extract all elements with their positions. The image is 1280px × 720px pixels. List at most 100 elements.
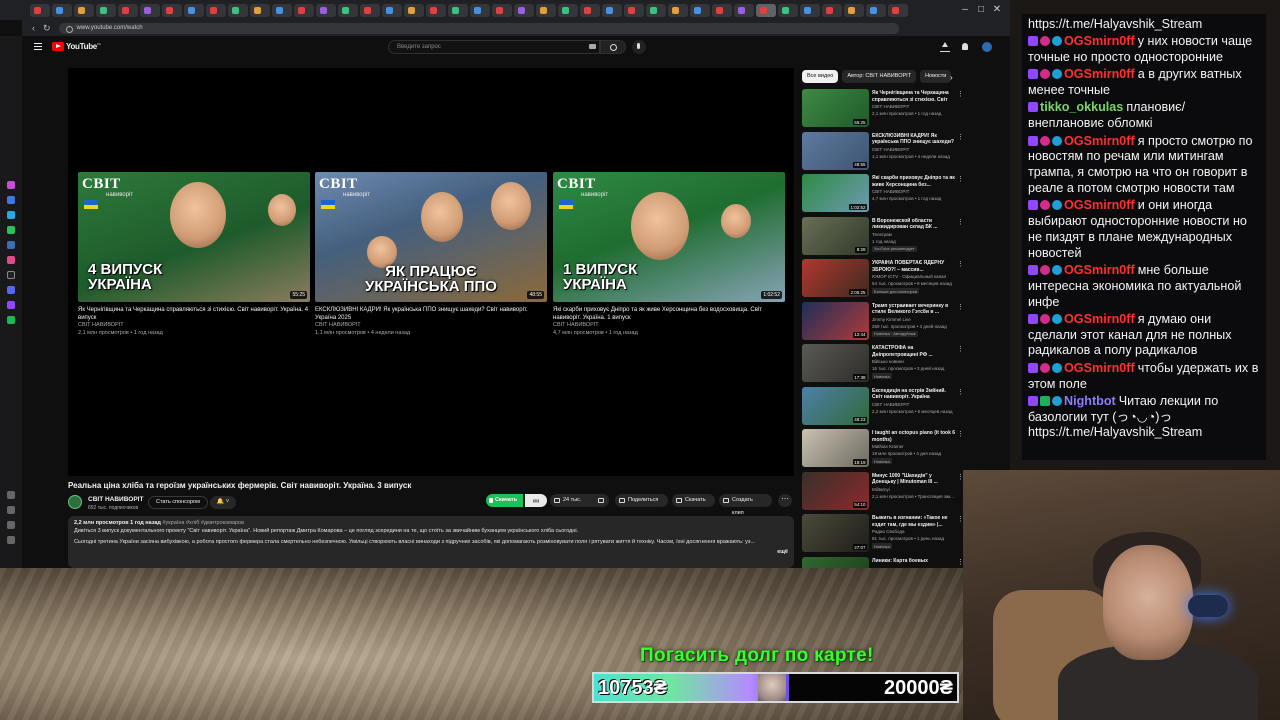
chat-username[interactable]: OGSmirn0ff: [1064, 312, 1135, 326]
recommended-channel[interactable]: Militarnyi: [872, 487, 962, 492]
recommended-thumbnail[interactable]: 17:38: [802, 344, 869, 382]
browser-tab[interactable]: [800, 3, 820, 17]
browser-tab[interactable]: [228, 3, 248, 17]
chat-username[interactable]: OGSmirn0ff: [1064, 198, 1135, 212]
browser-tab[interactable]: [712, 3, 732, 17]
browser-tab[interactable]: [294, 3, 314, 17]
twitch-icon[interactable]: [7, 301, 15, 309]
channel-avatar[interactable]: [68, 495, 82, 509]
extensions-icon[interactable]: [7, 536, 15, 544]
browser-tab[interactable]: [272, 3, 292, 17]
description-box[interactable]: 2,2 млн просмотров 1 год назад #україна …: [68, 516, 794, 568]
recommended-channel[interactable]: СВІТ НАВИВОРІТ: [872, 104, 962, 109]
browser-tab[interactable]: [30, 3, 50, 17]
recommended-channel[interactable]: Jimmy Kimmel Live: [872, 317, 962, 322]
browser-tab[interactable]: [360, 3, 380, 17]
search-input[interactable]: Введите запрос: [388, 40, 600, 54]
create-icon[interactable]: [940, 42, 950, 52]
browser-tab[interactable]: [118, 3, 138, 17]
hashtags[interactable]: #україна #хліб #дмитрокомаров: [162, 520, 244, 526]
music-icon[interactable]: [7, 316, 15, 324]
recommended-video[interactable]: 17:38 КАТАСТРОФА на Дніпропетровщині РФ .…: [802, 344, 1002, 387]
recommended-thumbnail[interactable]: 54:10: [802, 471, 869, 510]
recommended-channel[interactable]: СВІТ НАВИВОРІТ: [872, 402, 962, 407]
clip-button[interactable]: Создать клип: [719, 494, 772, 516]
browser-tab[interactable]: [470, 3, 490, 17]
recommended-video[interactable]: 1:02:52 Які скарби приховує Дніпро та як …: [802, 174, 1002, 217]
end-card[interactable]: СВІТ навиворіт 4 ВИПУСК УКРАЇНА 55:25 Як Чер…: [78, 172, 310, 337]
recommended-title[interactable]: Линики: Карта боевых: [872, 558, 956, 565]
filter-chip[interactable]: Новости: [920, 70, 952, 83]
recommended-title[interactable]: Які скарби приховує Дніпро та як живе Хе…: [872, 175, 956, 188]
browser-tab[interactable]: [52, 3, 72, 17]
end-card[interactable]: СВІТ навиворіт ЯК ПРАЦЮЄ УКРАЇНСЬКА ППО 48:…: [315, 172, 547, 337]
youtube-logo[interactable]: YouTubeUA: [52, 42, 101, 51]
telegram-icon[interactable]: [7, 211, 15, 219]
recommended-thumbnail[interactable]: 19:19: [802, 429, 869, 467]
vk-icon[interactable]: [7, 241, 15, 249]
more-vert-icon[interactable]: ⋮: [957, 303, 964, 311]
notifications-icon[interactable]: [960, 42, 970, 52]
end-card-thumbnail[interactable]: СВІТ навиворіт 1 ВИПУСК УКРАЇНА 1:02:52: [553, 172, 785, 302]
browser-tab[interactable]: [888, 3, 908, 17]
browser-tab[interactable]: [536, 3, 556, 17]
browser-tab[interactable]: [448, 3, 468, 17]
more-vert-icon[interactable]: ⋮: [957, 133, 964, 141]
browser-tab[interactable]: [822, 3, 842, 17]
end-card-title[interactable]: Як Чернігівщина та Черкащина справляютьс…: [78, 306, 310, 322]
end-card-channel[interactable]: СВІТ НАВИВОРІТ: [553, 322, 785, 330]
browser-tab[interactable]: [602, 3, 622, 17]
recommended-channel[interactable]: СВІТ НАВИВОРІТ: [872, 189, 962, 194]
chevron-right-icon[interactable]: ›: [950, 73, 953, 82]
download-button[interactable]: Скачать: [672, 494, 715, 507]
recommended-title[interactable]: КАТАСТРОФА на Дніпропетровщині РФ ...: [872, 345, 956, 358]
recommended-video[interactable]: 48:23 Експедиція на острів Зміїний. Світ …: [802, 386, 1002, 430]
join-button[interactable]: Стать спонсором: [148, 496, 208, 509]
chat-username[interactable]: OGSmirn0ff: [1064, 67, 1135, 81]
history-icon[interactable]: [7, 491, 15, 499]
recommended-title[interactable]: Минус 1000 "Шахидів" у Донецьку | Minuto…: [872, 473, 956, 486]
recommended-title[interactable]: Експедиція на острів Зміїний. Світ навив…: [872, 388, 956, 401]
minimize-icon[interactable]: –: [958, 3, 972, 17]
end-card[interactable]: СВІТ навиворіт 1 ВИПУСК УКРАЇНА 1:02:52 Які …: [553, 172, 785, 337]
more-vert-icon[interactable]: ⋮: [957, 90, 964, 98]
browser-tab[interactable]: [206, 3, 226, 17]
recommended-thumbnail[interactable]: 1:02:52: [802, 174, 869, 212]
browser-tab[interactable]: [140, 3, 160, 17]
browser-tab[interactable]: [382, 3, 402, 17]
recommended-thumbnail[interactable]: 55:25: [802, 89, 869, 127]
download-app-button[interactable]: Скачать: [486, 494, 523, 507]
whatsapp-icon[interactable]: [7, 226, 15, 234]
browser-tab[interactable]: [74, 3, 94, 17]
recommended-title[interactable]: В Воронежской области ликвидирован склад…: [872, 218, 956, 231]
browser-tab[interactable]: [866, 3, 886, 17]
chat-username[interactable]: tikko_okkulas: [1040, 100, 1123, 114]
browser-tab[interactable]: [646, 3, 666, 17]
more-vert-icon[interactable]: ⋮: [957, 388, 964, 396]
browser-tab[interactable]: [316, 3, 336, 17]
more-vert-icon[interactable]: ⋮: [957, 430, 964, 438]
recommended-channel[interactable]: ЮМОР ICTV · Официальный канал: [872, 274, 962, 279]
browser-tab[interactable]: [580, 3, 600, 17]
end-card-thumbnail[interactable]: СВІТ навиворіт 4 ВИПУСК УКРАЇНА 55:25: [78, 172, 310, 302]
browser-tab[interactable]: [778, 3, 798, 17]
chat-username[interactable]: OGSmirn0ff: [1064, 134, 1135, 148]
more-vert-icon[interactable]: ⋮: [957, 218, 964, 226]
chat-username[interactable]: Nightbot: [1064, 394, 1116, 408]
recommended-channel[interactable]: Mathias Kramer: [872, 444, 962, 449]
recommended-title[interactable]: Як Чернігівщина та Черкащина справляютьс…: [872, 90, 956, 103]
recommended-thumbnail[interactable]: [802, 556, 869, 568]
video-player[interactable]: СВІТ навиворіт 4 ВИПУСК УКРАЇНА 55:25 Як Чер…: [68, 68, 794, 476]
filter-chip[interactable]: Все видео: [802, 70, 839, 83]
recommended-thumbnail[interactable]: 8:28: [802, 216, 869, 255]
browser-tab[interactable]: [96, 3, 116, 17]
browser-tab[interactable]: [338, 3, 358, 17]
end-card-title[interactable]: ЕКСКЛЮЗИВНІ КАДРИ! Як українська ППО зни…: [315, 306, 547, 322]
close-icon[interactable]: ✕: [990, 3, 1004, 17]
browser-tab[interactable]: [162, 3, 182, 17]
maximize-icon[interactable]: □: [974, 3, 988, 17]
more-vert-icon[interactable]: ⋮: [957, 175, 964, 183]
avatar[interactable]: [982, 42, 992, 52]
browser-tab[interactable]: [756, 3, 776, 17]
channel-name[interactable]: СВІТ НАВИВОРІТ: [88, 496, 143, 503]
